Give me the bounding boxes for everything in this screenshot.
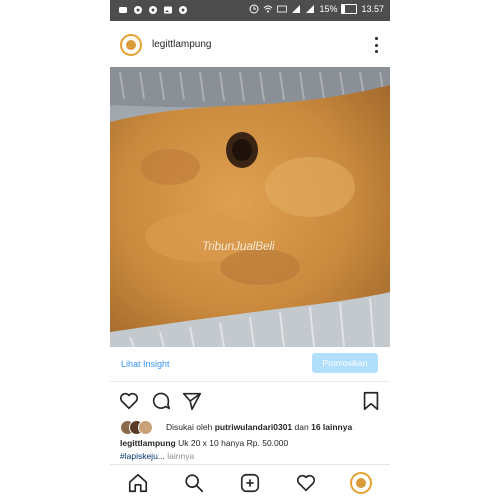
caption-username[interactable]: legittlampung: [120, 438, 176, 448]
chat-icon: [119, 7, 127, 13]
battery-icon: [341, 4, 358, 14]
more-options-icon[interactable]: [374, 37, 378, 53]
insight-row: Lihat Insight Promosikan: [110, 347, 390, 382]
profile-avatar[interactable]: [350, 472, 372, 494]
promote-button[interactable]: Promosikan: [312, 353, 378, 373]
battery-percent: 15%: [319, 4, 338, 14]
caption-text: Uk 20 x 10 hanya Rp. 50.000: [178, 438, 289, 448]
clock-icon: [249, 4, 259, 14]
post-action-bar: [110, 388, 390, 414]
settings-icon: [179, 6, 187, 14]
search-icon[interactable]: [183, 472, 205, 494]
settings-icon: [134, 6, 142, 14]
share-icon[interactable]: [181, 390, 203, 412]
settings-icon: [149, 6, 157, 14]
likes-user[interactable]: putriwulandari0301: [215, 422, 292, 432]
phone-screen: 15% 13.57 legittlampung TribunJualBeli L…: [110, 0, 390, 500]
signal-icon: [306, 5, 315, 13]
likes-prefix: Disukai oleh: [166, 422, 213, 432]
watermark-text: TribunJualBeli: [202, 239, 275, 253]
food-photo-image: [110, 67, 390, 347]
status-bar-notifications: [118, 5, 188, 15]
avatar[interactable]: [120, 34, 142, 56]
likes-and: dan: [294, 422, 309, 432]
image-icon: [164, 6, 172, 14]
wifi-icon: [264, 5, 273, 13]
bottom-nav: [110, 464, 390, 500]
caption-hashtag-row: #lapiskeju... lainnya: [120, 451, 382, 461]
status-bar: 15% 13.57: [110, 0, 390, 21]
signal-icon: [292, 5, 301, 13]
volte-icon: [277, 5, 288, 13]
post-username[interactable]: legittlampung: [152, 39, 211, 50]
left-margin: [0, 0, 110, 500]
activity-heart-icon[interactable]: [295, 472, 317, 494]
home-icon[interactable]: [127, 472, 149, 494]
liker-avatars: [120, 420, 160, 435]
comment-icon[interactable]: [150, 390, 172, 412]
status-bar-system: 15% 13.57: [249, 4, 384, 14]
post-photo[interactable]: TribunJualBeli: [110, 67, 390, 347]
bookmark-icon[interactable]: [360, 390, 382, 412]
likes-others[interactable]: 16 lainnya: [311, 422, 352, 432]
heart-icon[interactable]: [118, 390, 140, 412]
hashtag-link[interactable]: #lapiskeju...: [120, 451, 165, 461]
add-post-icon[interactable]: [239, 472, 261, 494]
more-link[interactable]: lainnya: [167, 451, 194, 461]
post-caption: legittlampung Uk 20 x 10 hanya Rp. 50.00…: [120, 438, 382, 448]
right-margin: [390, 0, 500, 500]
view-insight-link[interactable]: Lihat Insight: [121, 359, 170, 369]
likes-summary[interactable]: Disukai oleh putriwulandari0301 dan 16 l…: [120, 420, 382, 435]
clock-time: 13.57: [361, 4, 384, 14]
post-header: legittlampung: [110, 21, 390, 67]
